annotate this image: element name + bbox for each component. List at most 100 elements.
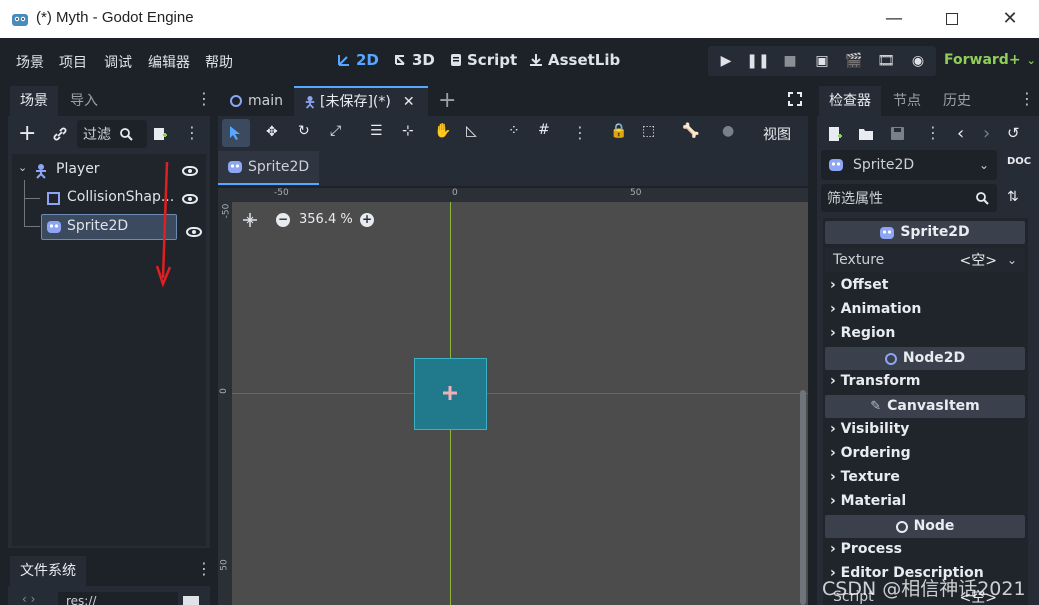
tab-node[interactable]: 节点	[883, 86, 931, 116]
pivot-tool-icon[interactable]: ⊹	[402, 123, 414, 139]
filesystem-dock: 文件系统 ⋮ ‹ › res://	[8, 556, 212, 605]
zoom-level[interactable]: 356.4 %	[299, 212, 353, 227]
sort-properties-icon[interactable]: ⇅	[1007, 189, 1019, 205]
fullscreen-icon[interactable]	[788, 92, 802, 106]
mode-3d-button[interactable]: 3D	[393, 51, 435, 69]
pause-button[interactable]: ❚❚	[742, 46, 774, 76]
scene-filter-input[interactable]: 过滤	[77, 120, 147, 148]
snap-options-icon[interactable]: ⋮	[572, 125, 588, 141]
menu-debug[interactable]: 调试	[104, 52, 132, 72]
tree-collapse-icon[interactable]: ⌄	[18, 161, 27, 174]
new-resource-icon[interactable]	[828, 126, 842, 142]
mode-script-button[interactable]: Script	[450, 51, 517, 69]
group-material[interactable]: › Material	[830, 493, 906, 509]
movie-maker-icon[interactable]: ◉	[902, 46, 934, 76]
godot-logo-icon	[12, 14, 28, 26]
group-process[interactable]: › Process	[830, 541, 902, 557]
chevron-down-icon[interactable]: ⌄	[1007, 253, 1017, 267]
tree-item-collisionshape[interactable]: CollisionShap...	[12, 186, 206, 212]
group-region[interactable]: › Region	[830, 325, 895, 341]
zoom-in-button[interactable]: +	[360, 213, 374, 227]
stop-button[interactable]: ■	[774, 46, 806, 76]
vertical-scrollbar[interactable]	[800, 390, 806, 605]
scale-tool-icon[interactable]: ⤢	[330, 123, 341, 139]
group-icon[interactable]: ⬚	[642, 123, 655, 139]
pan-tool-icon[interactable]: ✋	[434, 123, 451, 139]
close-window-button[interactable]: ✕	[997, 6, 1023, 32]
object-history-icon[interactable]: ↺	[1007, 124, 1020, 142]
lock-icon[interactable]: 🔒	[610, 123, 627, 139]
visibility-eye-icon[interactable]	[182, 194, 198, 204]
add-node-button[interactable]: +	[18, 123, 36, 145]
canvas-viewport[interactable]: − 356.4 % +	[232, 202, 808, 605]
property-texture[interactable]: Texture <空> ⌄	[825, 248, 1025, 272]
center-view-icon[interactable]	[242, 212, 258, 228]
group-visibility[interactable]: › Visibility	[830, 421, 909, 437]
tab-scene[interactable]: 场景	[10, 86, 58, 116]
menu-project[interactable]: 项目	[59, 52, 87, 72]
mode-2d-button[interactable]: 2D	[337, 51, 379, 69]
scene-options-icon[interactable]: ⋮	[184, 125, 200, 141]
history-back-icon[interactable]: ‹	[957, 123, 964, 144]
group-animation[interactable]: › Animation	[830, 301, 921, 317]
instantiate-scene-icon[interactable]	[152, 126, 168, 142]
group-offset[interactable]: › Offset	[830, 277, 888, 293]
rotate-tool-icon[interactable]: ↻	[298, 123, 310, 139]
menu-scene[interactable]: 场景	[16, 52, 44, 72]
split-mode-icon[interactable]	[183, 596, 199, 605]
ruler-tool-icon[interactable]: ◺	[466, 123, 477, 139]
menu-editor[interactable]: 编辑器	[148, 52, 190, 72]
play-custom-scene-icon[interactable]: 🎞	[870, 46, 902, 76]
filesystem-path-field[interactable]: res://	[58, 592, 178, 605]
select-tool-button[interactable]	[222, 119, 250, 147]
camera-override-icon[interactable]: ●	[722, 123, 734, 139]
window-titlebar: (*) Myth - Godot Engine — ✕	[0, 0, 1039, 38]
doc-help-icon[interactable]: DOC	[1007, 156, 1031, 167]
open-folder-icon[interactable]	[858, 127, 874, 141]
script-mode-icon	[451, 54, 461, 66]
visibility-eye-icon[interactable]	[186, 227, 202, 237]
list-select-icon[interactable]: ☰	[370, 123, 383, 139]
play-scene-icon[interactable]: 🎬	[838, 46, 870, 76]
play-button[interactable]: ▶	[710, 46, 742, 76]
tree-item-player[interactable]: ⌄ Player	[12, 158, 206, 184]
renderer-selector[interactable]: Forward+ ⌄	[944, 52, 1036, 68]
group-transform[interactable]: › Transform	[830, 373, 921, 389]
texture-value[interactable]: <空>	[960, 250, 997, 270]
nav-arrows-icon[interactable]: ‹ ›	[22, 592, 35, 605]
character-body-icon	[305, 96, 315, 109]
scene-tab-main[interactable]: main	[220, 86, 293, 116]
tab-import[interactable]: 导入	[60, 86, 108, 116]
close-tab-icon[interactable]: ✕	[403, 89, 415, 115]
view-menu[interactable]: 视图	[763, 124, 791, 144]
history-forward-icon[interactable]: ›	[983, 123, 990, 144]
group-ordering[interactable]: › Ordering	[830, 445, 911, 461]
group-texture[interactable]: › Texture	[830, 469, 900, 485]
smart-snap-icon[interactable]: ⁘	[508, 123, 520, 139]
zoom-out-button[interactable]: −	[276, 213, 290, 227]
selected-node-tab[interactable]: Sprite2D	[218, 151, 320, 185]
menu-help[interactable]: 帮助	[205, 52, 233, 72]
tab-inspector[interactable]: 检查器	[819, 86, 881, 116]
move-tool-icon[interactable]: ✥	[266, 124, 278, 140]
node-select-dropdown[interactable]: Sprite2D ⌄	[821, 150, 997, 180]
link-icon[interactable]	[52, 126, 68, 142]
visibility-eye-icon[interactable]	[182, 166, 198, 176]
tab-filesystem[interactable]: 文件系统	[10, 556, 86, 586]
remote-debug-icon[interactable]: ▣	[806, 46, 838, 76]
bone-icon[interactable]: 🦴	[682, 123, 699, 139]
2d-mode-icon	[338, 55, 349, 66]
minimize-button[interactable]: —	[881, 6, 907, 32]
scene-tab-unsaved[interactable]: [未保存](*) ✕	[294, 86, 428, 116]
grid-snap-icon[interactable]: #	[538, 122, 550, 138]
save-icon[interactable]	[890, 126, 905, 141]
resource-options-icon[interactable]: ⋮	[925, 125, 941, 141]
dock-menu-icon[interactable]: ⋮	[196, 91, 212, 107]
dock-menu-icon[interactable]: ⋮	[1019, 91, 1035, 107]
maximize-button[interactable]	[939, 6, 965, 32]
mode-assetlib-button[interactable]: AssetLib	[529, 51, 620, 69]
dock-menu-icon[interactable]: ⋮	[196, 561, 212, 577]
property-filter-input[interactable]: 筛选属性	[821, 184, 997, 212]
add-scene-tab-button[interactable]: +	[438, 88, 456, 113]
tab-history[interactable]: 历史	[933, 86, 981, 116]
